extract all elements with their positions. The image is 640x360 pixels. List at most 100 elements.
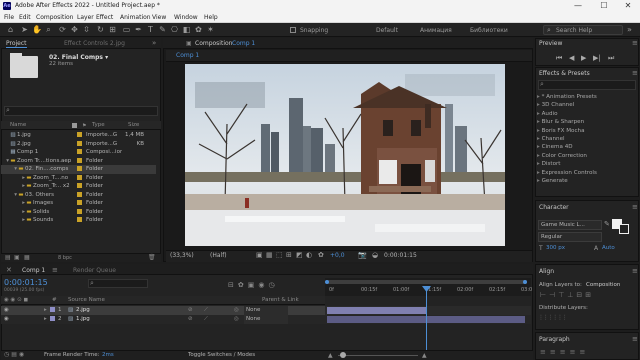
effect-category[interactable]: ▸ Boris FX Mocha — [537, 127, 635, 135]
show-snapshot-icon[interactable]: ◒ — [372, 251, 378, 259]
eye-icon[interactable]: ◉ — [4, 315, 14, 324]
layer-1-clip[interactable] — [327, 307, 427, 314]
project-item[interactable]: ▨1.jpg Importe...G 1,4 MB — [1, 131, 156, 140]
expand-arrow-icon[interactable]: ▸ — [1, 208, 25, 217]
pan-behind-tool-icon[interactable]: ⊞ — [108, 25, 117, 34]
menu-edit[interactable]: Edit — [19, 14, 31, 21]
layer-name[interactable]: 2.jpg — [76, 306, 188, 315]
label-color-swatch[interactable] — [77, 208, 82, 214]
tab-render-queue[interactable]: Render Queue — [73, 267, 116, 274]
tab-composition[interactable]: Composition — [195, 40, 232, 47]
label-color-swatch[interactable] — [77, 183, 82, 188]
move-tool-icon[interactable]: ✥ — [70, 25, 79, 34]
leading-value[interactable]: Auto — [602, 245, 615, 251]
effect-category[interactable]: ▸ Audio — [537, 110, 635, 118]
mask-visibility-icon[interactable]: ⬚ — [276, 251, 283, 259]
distribute-buttons-icon[interactable]: ⫶⫶⫶⫶⫶⫶ — [540, 314, 569, 323]
column-name[interactable]: Name — [10, 122, 26, 128]
menu-file[interactable]: File — [4, 14, 14, 21]
color-management-icon[interactable]: ✿ — [318, 251, 324, 259]
effect-category[interactable]: ▸ Distort — [537, 160, 635, 168]
expand-icon[interactable]: » — [627, 25, 632, 34]
prev-frame-icon[interactable]: ◀ — [569, 54, 574, 62]
label-color-swatch[interactable] — [77, 166, 82, 171]
brush-tool-icon[interactable]: ✎ — [158, 25, 167, 34]
panel-menu-icon[interactable]: ≡ — [632, 39, 638, 47]
zoom-in-icon[interactable]: ▲ — [422, 352, 427, 359]
effects-search-input[interactable] — [538, 80, 636, 90]
project-item[interactable]: ▾▬Zoom Tr....tions.aep Folder — [1, 157, 156, 166]
roto-brush-tool-icon[interactable]: ✿ — [194, 25, 203, 34]
effect-category[interactable]: ▸ Blur & Sharpen — [537, 118, 635, 126]
resolution-dropdown[interactable]: (Half) — [210, 252, 227, 259]
column-type[interactable]: Type — [92, 122, 105, 128]
font-size-value[interactable]: 300 px — [546, 245, 565, 251]
menu-view[interactable]: View — [152, 14, 166, 21]
home-icon[interactable]: ⌂ — [6, 25, 15, 34]
tab-effect-controls[interactable]: Effect Controls 2.jpg — [64, 40, 125, 47]
timeline-search-input[interactable] — [88, 279, 148, 288]
interpret-footage-icon[interactable]: ▤ — [5, 254, 11, 261]
workspace-default[interactable]: Default — [376, 27, 398, 34]
label-color-swatch[interactable] — [77, 200, 82, 205]
viewer-timecode[interactable]: 0:00:01:15 — [384, 252, 417, 259]
expand-arrow-icon[interactable]: ▸ — [1, 216, 25, 225]
delete-icon[interactable]: 🗑 — [148, 254, 156, 261]
region-icon[interactable]: ▣ — [256, 251, 263, 259]
project-item[interactable]: ▸▬Zoom_T....no Folder — [1, 174, 156, 183]
close-button[interactable]: ✕ — [618, 1, 638, 11]
eye-icon[interactable]: ◉ — [4, 306, 14, 315]
rotate-tool-icon[interactable]: ↻ — [96, 25, 105, 34]
fx-switch-icon[interactable]: ⟋ — [204, 306, 234, 315]
project-item[interactable]: ▸▬Solids Folder — [1, 208, 156, 217]
label-color-swatch[interactable] — [77, 191, 82, 197]
timeline-switches-icon[interactable]: ⊟✿▣◉◷ — [228, 281, 279, 289]
work-area-start-handle[interactable] — [325, 280, 329, 284]
menu-layer[interactable]: Layer — [77, 14, 94, 21]
menu-help[interactable]: Help — [204, 14, 218, 21]
workspace-animation[interactable]: Анимация — [420, 27, 452, 34]
work-area-bar[interactable] — [327, 280, 527, 284]
tab-project[interactable]: Project — [6, 40, 27, 48]
guides-icon[interactable]: ⊞ — [286, 251, 292, 259]
effect-category[interactable]: ▸ Generate — [537, 177, 635, 185]
font-style-dropdown[interactable]: Regular — [538, 232, 602, 242]
eyedropper-icon[interactable]: ✎ — [604, 220, 610, 228]
transparency-grid-icon[interactable]: ▦ — [266, 251, 273, 259]
label-color-swatch[interactable] — [77, 140, 82, 146]
expand-arrow-icon[interactable]: ▾ — [1, 165, 17, 174]
close-tab-icon[interactable]: ✕ — [6, 266, 12, 274]
snapping-checkbox[interactable] — [290, 27, 296, 33]
dolly-tool-icon[interactable]: ⇳ — [82, 25, 91, 34]
parent-dropdown[interactable]: None — [244, 315, 288, 324]
zoom-dropdown[interactable]: (33,3%) — [170, 252, 194, 259]
composition-viewer[interactable] — [185, 64, 505, 246]
expand-arrow-icon[interactable]: ▸ — [1, 174, 25, 183]
project-search-input[interactable] — [4, 106, 158, 116]
label-color-swatch[interactable] — [50, 307, 55, 312]
camera-icon[interactable]: ◩ — [296, 251, 303, 259]
font-family-dropdown[interactable]: Game Music L... — [538, 220, 602, 230]
type-tool-icon[interactable]: T — [146, 25, 155, 34]
maximize-button[interactable]: ☐ — [594, 1, 614, 11]
column-size[interactable]: Size — [128, 122, 139, 128]
project-item[interactable]: ▾▬03. Others Folder — [1, 191, 156, 200]
label-color-swatch[interactable] — [77, 157, 82, 163]
menu-animation[interactable]: Animation — [120, 14, 151, 21]
new-comp-icon[interactable]: ▦ — [24, 254, 30, 261]
zoom-out-icon[interactable]: ▲ — [328, 352, 333, 359]
footer-toggle-icons[interactable]: ◷▤◉ — [4, 351, 26, 358]
channel-icon[interactable]: ◐ — [306, 251, 312, 259]
panel-menu-icon[interactable]: » — [152, 39, 156, 47]
orbit-tool-icon[interactable]: ⟳ — [58, 25, 67, 34]
next-frame-icon[interactable]: ▶| — [593, 54, 601, 62]
panel-menu-icon[interactable]: ≡ — [632, 203, 638, 211]
last-frame-icon[interactable]: ⏭ — [608, 54, 614, 63]
label-color-swatch[interactable] — [77, 149, 82, 154]
pickwhip-icon[interactable]: ⊘ — [188, 315, 204, 324]
exposure-value[interactable]: +0,0 — [330, 252, 345, 259]
stroke-color-swatch[interactable] — [619, 224, 629, 234]
layer-name[interactable]: 1.jpg — [76, 315, 188, 324]
tab-composition-name[interactable]: Comp 1 — [232, 40, 255, 47]
fx-switch-icon[interactable]: ⟋ — [204, 315, 234, 324]
